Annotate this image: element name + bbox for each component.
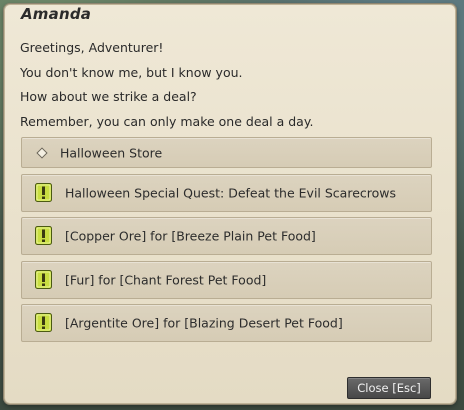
greeting-line-1: Greetings, Adventurer! xyxy=(20,40,164,55)
greeting-line-4: Remember, you can only make one deal a d… xyxy=(20,114,314,129)
option-label: Halloween Store xyxy=(60,145,163,160)
option-argentite-ore-trade[interactable]: [Argentite Ore] for [Blazing Desert Pet … xyxy=(21,304,432,342)
quest-exclamation-icon xyxy=(35,270,52,289)
option-label: [Argentite Ore] for [Blazing Desert Pet … xyxy=(65,315,343,331)
quest-exclamation-icon xyxy=(35,183,52,202)
quest-exclamation-icon xyxy=(35,313,52,332)
option-halloween-quest[interactable]: Halloween Special Quest: Defeat the Evil… xyxy=(21,174,432,212)
npc-dialog-window: Amanda Greetings, Adventurer! You don't … xyxy=(4,4,456,404)
option-label: Halloween Special Quest: Defeat the Evil… xyxy=(65,185,396,201)
quest-exclamation-icon xyxy=(35,226,52,245)
option-halloween-store[interactable]: Halloween Store xyxy=(21,137,432,168)
option-copper-ore-trade[interactable]: [Copper Ore] for [Breeze Plain Pet Food] xyxy=(21,217,432,255)
option-fur-trade[interactable]: [Fur] for [Chant Forest Pet Food] xyxy=(21,261,432,299)
option-label: [Fur] for [Chant Forest Pet Food] xyxy=(65,272,267,288)
npc-name: Amanda xyxy=(21,5,92,23)
diamond-bullet-icon xyxy=(36,146,48,159)
close-button[interactable]: Close [Esc] xyxy=(347,377,431,399)
greeting-line-3: How about we strike a deal? xyxy=(20,89,197,104)
greeting-line-2: You don't know me, but I know you. xyxy=(20,65,243,80)
option-label: [Copper Ore] for [Breeze Plain Pet Food] xyxy=(65,228,316,244)
